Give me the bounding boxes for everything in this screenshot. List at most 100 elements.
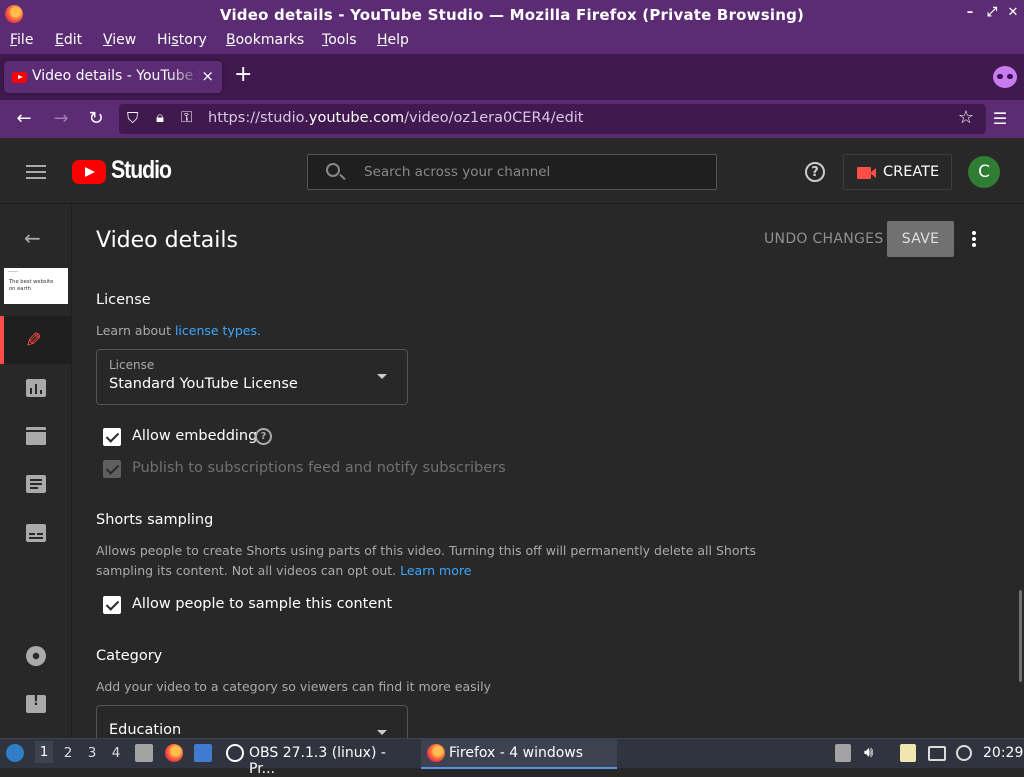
search-icon bbox=[326, 163, 340, 177]
lock-icon[interactable]: 🔒︎ bbox=[156, 108, 164, 126]
editor-film-icon[interactable] bbox=[26, 427, 46, 445]
allow-sample-label: Allow people to sample this content bbox=[132, 596, 393, 612]
taskbar-firefox[interactable]: Firefox - 4 windows bbox=[421, 739, 617, 769]
studio-logo-text[interactable]: Studio bbox=[111, 156, 172, 185]
dropdown-arrow-icon bbox=[377, 730, 387, 735]
chromium-tray-icon[interactable] bbox=[956, 745, 972, 761]
obs-label: OBS 27.1.3 (linux) - Pr... bbox=[249, 745, 386, 777]
private-browsing-icon bbox=[993, 66, 1017, 88]
key-icon[interactable]: ⚿ bbox=[181, 108, 192, 126]
start-menu-icon[interactable] bbox=[6, 744, 24, 762]
tab-label: Video details - YouTube Studio bbox=[32, 68, 202, 84]
navigation-bar: ← → ↻ ⛉ 🔒︎ ⚿ https://studio.youtube.com/… bbox=[0, 100, 1024, 138]
workspace-3[interactable]: 3 bbox=[83, 745, 101, 761]
tab-bar: Video details - YouTube Studio × bbox=[0, 54, 1024, 100]
allow-embedding-label: Allow embedding bbox=[132, 428, 258, 444]
save-button[interactable]: SAVE bbox=[887, 221, 954, 257]
allow-sample-checkbox[interactable] bbox=[103, 596, 121, 614]
license-select-value: Standard YouTube License bbox=[109, 376, 298, 392]
menu-file[interactable]: File bbox=[10, 32, 33, 48]
studio-header: Studio Search across your channel ? CREA… bbox=[0, 138, 1024, 204]
publish-feed-label: Publish to subscriptions feed and notify… bbox=[132, 460, 506, 476]
create-button[interactable]: CREATE bbox=[843, 154, 952, 190]
license-select-label: License bbox=[109, 358, 155, 372]
menu-bar: File Edit View History Bookmarks Tools H… bbox=[0, 30, 1024, 54]
reload-icon[interactable]: ↻ bbox=[85, 108, 107, 130]
firefox-label: Firefox - 4 windows bbox=[449, 745, 584, 761]
page-title: Video details bbox=[96, 228, 238, 253]
tray-update-icon[interactable] bbox=[835, 744, 851, 762]
search-input[interactable]: Search across your channel bbox=[307, 154, 717, 190]
url-text[interactable]: https://studio.youtube.com/video/oz1era0… bbox=[208, 110, 584, 126]
video-thumbnail[interactable]: The best website on earth bbox=[4, 268, 68, 304]
app-menu-icon[interactable]: ☰ bbox=[989, 108, 1011, 130]
back-arrow-icon[interactable]: ← bbox=[13, 108, 35, 130]
youtube-logo-icon[interactable] bbox=[72, 160, 106, 184]
license-select[interactable]: License Standard YouTube License bbox=[96, 349, 408, 405]
feedback-icon[interactable] bbox=[26, 694, 46, 713]
subtitles-icon[interactable] bbox=[26, 524, 46, 542]
more-options-icon[interactable] bbox=[972, 231, 976, 247]
category-select-value: Education bbox=[109, 722, 182, 738]
hamburger-menu-icon[interactable] bbox=[26, 165, 46, 179]
shorts-description-line1: Allows people to create Shorts using par… bbox=[96, 543, 757, 558]
volume-icon[interactable]: 🔊︎ bbox=[864, 743, 882, 761]
clipboard-icon[interactable] bbox=[900, 744, 916, 762]
settings-gear-icon[interactable] bbox=[26, 646, 46, 666]
back-to-content-icon[interactable]: ← bbox=[24, 226, 41, 250]
firefox-icon bbox=[427, 744, 445, 762]
tab-video-details[interactable]: Video details - YouTube Studio × bbox=[4, 61, 222, 93]
youtube-favicon-icon bbox=[12, 72, 27, 83]
undo-changes-button[interactable]: UNDO CHANGES bbox=[764, 231, 884, 247]
obs-icon bbox=[226, 744, 244, 762]
menu-view[interactable]: View bbox=[103, 32, 136, 48]
workspace-4[interactable]: 4 bbox=[107, 745, 125, 761]
new-tab-button[interactable]: + bbox=[234, 62, 252, 87]
close-window-icon[interactable]: ✕ bbox=[1006, 5, 1020, 23]
taskbar-obs[interactable]: OBS 27.1.3 (linux) - Pr... bbox=[223, 739, 415, 777]
menu-history[interactable]: History bbox=[157, 32, 207, 48]
publish-feed-checkbox[interactable] bbox=[103, 460, 121, 478]
menu-help[interactable]: Help bbox=[377, 32, 409, 48]
avatar[interactable]: C bbox=[968, 156, 1000, 188]
tab-close-icon[interactable]: × bbox=[201, 67, 214, 85]
workspace-1[interactable]: 1 bbox=[35, 741, 53, 763]
category-select[interactable]: Education bbox=[96, 705, 408, 738]
license-heading: License bbox=[96, 292, 151, 308]
license-description: Learn about license types. bbox=[96, 323, 261, 338]
selected-indicator bbox=[0, 316, 4, 364]
firefox-launcher-icon[interactable] bbox=[165, 744, 183, 762]
comments-icon[interactable] bbox=[26, 475, 46, 493]
menu-tools[interactable]: Tools bbox=[322, 32, 357, 48]
help-circle-icon[interactable]: ? bbox=[255, 428, 272, 445]
pencil-icon: ✎ bbox=[25, 328, 42, 352]
shorts-learn-more-link[interactable]: Learn more bbox=[400, 563, 471, 578]
rail-item-details[interactable]: ✎ bbox=[0, 316, 72, 364]
license-types-link[interactable]: license types. bbox=[175, 323, 261, 338]
thumbnail-text: The best website on earth bbox=[9, 279, 54, 292]
clock: 20:29 bbox=[983, 745, 1024, 761]
dropdown-arrow-icon bbox=[377, 374, 387, 379]
shorts-description-line2: sampling its content. Not all videos can… bbox=[96, 563, 472, 578]
help-icon[interactable]: ? bbox=[805, 162, 825, 182]
analytics-icon[interactable] bbox=[26, 379, 46, 397]
window-title: Video details - YouTube Studio — Mozilla… bbox=[219, 6, 805, 24]
bookmark-star-icon[interactable]: ☆ bbox=[958, 107, 974, 128]
url-bar[interactable]: ⛉ 🔒︎ ⚿ https://studio.youtube.com/video/… bbox=[119, 104, 986, 134]
category-heading: Category bbox=[96, 648, 163, 664]
menu-bookmarks[interactable]: Bookmarks bbox=[226, 32, 304, 48]
maximize-icon[interactable]: ⤢ bbox=[985, 5, 999, 23]
video-camera-icon bbox=[857, 167, 876, 179]
minimize-icon[interactable]: – bbox=[963, 5, 977, 23]
menu-edit[interactable]: Edit bbox=[55, 32, 82, 48]
system-taskbar: 1 2 3 4 OBS 27.1.3 (linux) - Pr... Firef… bbox=[0, 738, 1024, 777]
workspace-2[interactable]: 2 bbox=[59, 745, 77, 761]
file-manager-icon[interactable] bbox=[135, 744, 153, 762]
allow-embedding-checkbox[interactable] bbox=[103, 428, 121, 446]
shield-icon[interactable]: ⛉ bbox=[127, 109, 138, 127]
forward-arrow-icon[interactable]: → bbox=[50, 108, 72, 130]
desktop-icon[interactable] bbox=[194, 744, 212, 762]
scrollbar[interactable] bbox=[1019, 590, 1022, 682]
main-content: Video details UNDO CHANGES SAVE License … bbox=[73, 204, 1024, 738]
network-icon[interactable] bbox=[928, 746, 946, 761]
